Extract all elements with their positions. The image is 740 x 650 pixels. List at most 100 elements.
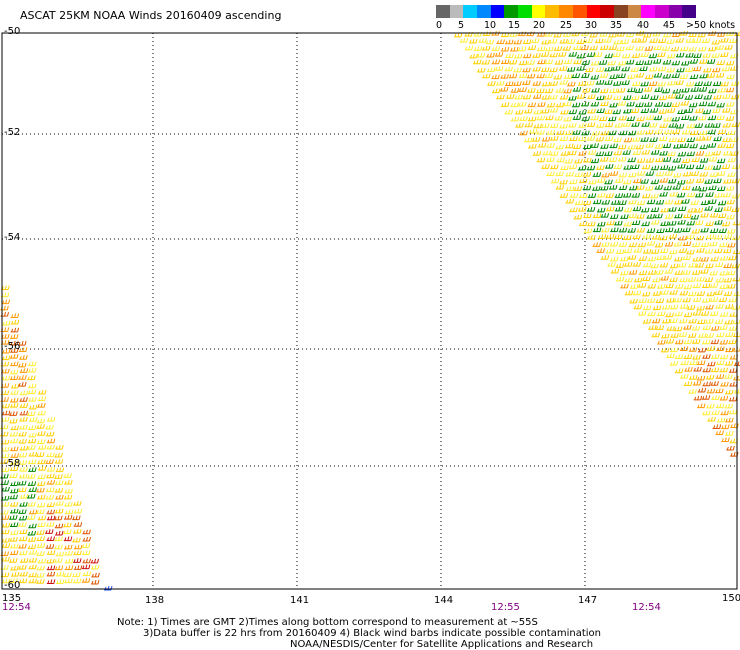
wind-barb (604, 136, 614, 141)
wind-barb (536, 73, 545, 79)
wind-barb (623, 179, 632, 185)
wind-barb (609, 88, 618, 93)
wind-barb (614, 122, 623, 128)
wind-barb (28, 404, 38, 410)
wind-barb (682, 171, 692, 177)
wind-barb (64, 501, 73, 507)
wind-barb (473, 59, 482, 65)
wind-barb (514, 94, 523, 100)
wind-barb (615, 249, 625, 254)
wind-barb (696, 291, 706, 296)
wind-barb (1, 556, 10, 562)
wind-barb (670, 347, 679, 353)
wind-barb (610, 227, 619, 233)
wind-barb (640, 108, 650, 114)
wind-barb (692, 310, 701, 316)
wind-barb (18, 515, 28, 521)
wind-barb (712, 150, 721, 156)
wind-barb (582, 200, 592, 206)
wind-barb (641, 149, 650, 155)
wind-barb (683, 213, 692, 219)
wind-barb (9, 375, 19, 380)
wind-barb (714, 319, 724, 324)
wind-barb (73, 500, 82, 506)
wind-barb (523, 137, 533, 143)
wind-barb (45, 544, 55, 549)
wind-barb (731, 193, 740, 199)
wind-barb (642, 318, 652, 324)
wind-barb (27, 459, 37, 465)
pass-time-label: 12:55 (491, 602, 520, 613)
wind-barb (687, 207, 696, 213)
wind-barb (491, 59, 501, 65)
wind-barb (668, 123, 677, 128)
wind-barb (46, 550, 56, 555)
wind-barb (701, 395, 711, 400)
wind-barb (627, 228, 636, 233)
wind-barb (10, 397, 19, 403)
wind-barb (692, 283, 702, 289)
wind-barb (568, 164, 578, 170)
wind-barb (610, 200, 620, 205)
wind-barb (524, 108, 533, 114)
wind-barb (19, 529, 28, 534)
wind-barb (36, 424, 45, 429)
wind-barb (541, 94, 550, 100)
wind-barb (628, 270, 638, 275)
wind-barb (54, 523, 64, 529)
wind-barb (724, 332, 734, 337)
wind-barb (724, 319, 733, 325)
wind-barb (647, 311, 656, 317)
wind-barb (721, 94, 731, 99)
wind-barb (604, 53, 613, 59)
wind-barb (702, 381, 711, 387)
wind-barb (636, 214, 645, 219)
wind-barb (515, 123, 524, 128)
wind-barb (563, 88, 572, 94)
wind-barb (695, 235, 705, 241)
wind-barb (513, 39, 522, 45)
wind-barb (37, 522, 46, 527)
wind-barb (680, 143, 690, 148)
wind-barb (700, 256, 709, 262)
wind-barb (526, 73, 536, 79)
wind-barb (659, 123, 668, 128)
wind-barb (72, 578, 82, 584)
wind-barb (684, 367, 693, 372)
wind-barb (648, 325, 657, 330)
wind-barb (696, 247, 705, 253)
wind-barb (599, 73, 609, 78)
wind-barb (549, 52, 558, 58)
wind-barb (18, 543, 27, 549)
wind-barb (715, 430, 724, 435)
wind-barb (702, 367, 711, 373)
wind-barb (636, 158, 646, 163)
wind-barb (622, 95, 632, 100)
wind-barb (636, 116, 645, 122)
wind-barb (666, 53, 676, 59)
wind-barb (731, 207, 740, 213)
wind-barb (654, 144, 664, 149)
wind-barb (650, 179, 660, 185)
wind-barb (709, 297, 719, 302)
wind-barb (720, 52, 729, 57)
wind-barb (487, 81, 496, 86)
wind-barb (657, 311, 666, 316)
wind-barb (72, 572, 81, 578)
wind-barb (46, 467, 56, 472)
wind-barb (686, 249, 695, 255)
wind-barb (628, 242, 638, 248)
wind-barb (18, 536, 28, 542)
wind-barb (10, 565, 19, 571)
wind-barb (19, 355, 28, 360)
wind-barb (704, 205, 713, 211)
wind-barb (605, 164, 614, 169)
wind-barb (691, 228, 701, 234)
wind-barb (0, 473, 9, 479)
wind-barb (609, 241, 619, 247)
wind-barb (713, 248, 723, 254)
wind-barb (648, 53, 658, 59)
wind-barb (686, 151, 695, 157)
wind-barb (716, 115, 725, 120)
wind-barb (646, 298, 656, 303)
